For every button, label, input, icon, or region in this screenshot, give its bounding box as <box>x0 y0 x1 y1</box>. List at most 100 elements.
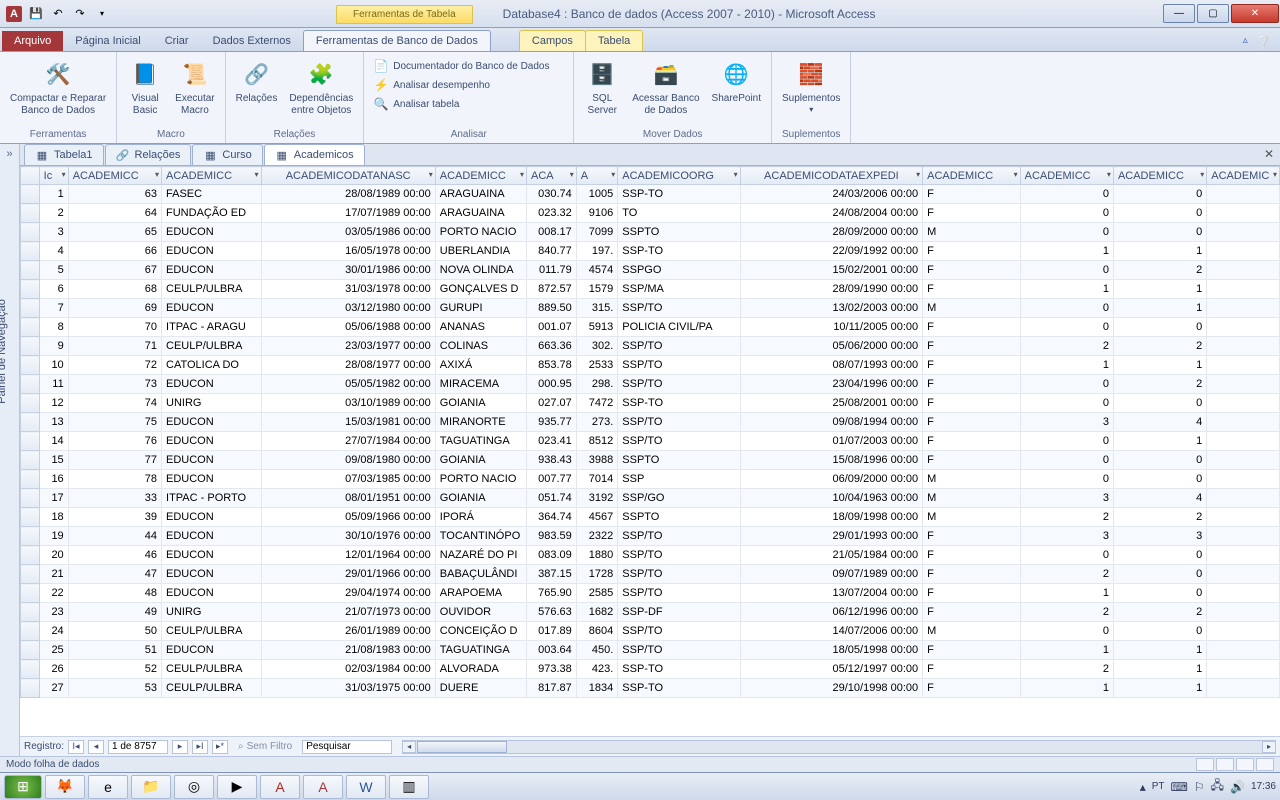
column-dropdown-icon[interactable]: ▾ <box>734 170 738 179</box>
cell[interactable]: 011.79 <box>527 261 577 280</box>
cell[interactable] <box>1207 318 1280 337</box>
cell[interactable]: 1005 <box>576 185 617 204</box>
cell[interactable]: 1 <box>1020 280 1113 299</box>
cell[interactable]: EDUCON <box>162 641 262 660</box>
cell[interactable]: 69 <box>68 299 161 318</box>
cell[interactable] <box>1207 451 1280 470</box>
taskbar-media[interactable]: ▶ <box>217 775 257 799</box>
cell[interactable]: 001.07 <box>527 318 577 337</box>
cell[interactable]: CATOLICA DO <box>162 356 262 375</box>
cell[interactable]: DUERE <box>435 679 526 698</box>
cell[interactable]: 0 <box>1020 375 1113 394</box>
cell[interactable]: 1 <box>1113 299 1206 318</box>
cell[interactable]: CEULP/ULBRA <box>162 660 262 679</box>
cell[interactable]: 302. <box>576 337 617 356</box>
cell[interactable]: 0 <box>1020 204 1113 223</box>
table-row[interactable]: 567EDUCON30/01/1986 00:00NOVA OLINDA011.… <box>21 261 1280 280</box>
cell[interactable]: 15/08/1996 00:00 <box>740 451 923 470</box>
row-selector[interactable] <box>21 299 40 318</box>
cell[interactable]: EDUCON <box>162 375 262 394</box>
cell[interactable] <box>1207 508 1280 527</box>
start-button[interactable]: ⊞ <box>4 775 42 799</box>
cell[interactable]: 24/03/2006 00:00 <box>740 185 923 204</box>
cell[interactable]: 18 <box>39 508 68 527</box>
cell[interactable]: EDUCON <box>162 565 262 584</box>
nav-prev-button[interactable]: ◂ <box>88 740 104 754</box>
row-selector[interactable] <box>21 508 40 527</box>
cell[interactable]: 0 <box>1113 318 1206 337</box>
row-selector[interactable] <box>21 489 40 508</box>
cell[interactable]: 71 <box>68 337 161 356</box>
cell[interactable]: 2585 <box>576 584 617 603</box>
cell[interactable]: 10/04/1963 00:00 <box>740 489 923 508</box>
cell[interactable]: 30/10/1976 00:00 <box>261 527 435 546</box>
column-dropdown-icon[interactable]: ▾ <box>1107 170 1111 179</box>
cell[interactable]: 15/02/2001 00:00 <box>740 261 923 280</box>
addins-button[interactable]: 🧱Suplementos▾ <box>778 57 844 116</box>
cell[interactable]: 197. <box>576 242 617 261</box>
column-header[interactable]: ACADEMIC▾ <box>1207 167 1280 185</box>
cell[interactable]: 0 <box>1113 584 1206 603</box>
cell[interactable]: 938.43 <box>527 451 577 470</box>
cell[interactable]: SSP/TO <box>618 584 740 603</box>
cell[interactable]: M <box>923 223 1020 242</box>
cell[interactable]: 05/06/1988 00:00 <box>261 318 435 337</box>
cell[interactable]: SSPGO <box>618 261 740 280</box>
cell[interactable] <box>1207 375 1280 394</box>
cell[interactable]: 0 <box>1020 299 1113 318</box>
cell[interactable]: 16 <box>39 470 68 489</box>
column-dropdown-icon[interactable]: ▾ <box>1200 170 1204 179</box>
row-selector[interactable] <box>21 318 40 337</box>
cell[interactable]: 23/03/1977 00:00 <box>261 337 435 356</box>
cell[interactable]: 8512 <box>576 432 617 451</box>
table-row[interactable]: 1375EDUCON15/03/1981 00:00MIRANORTE935.7… <box>21 413 1280 432</box>
cell[interactable]: 14 <box>39 432 68 451</box>
cell[interactable]: M <box>923 299 1020 318</box>
cell[interactable]: SSP/TO <box>618 356 740 375</box>
cell[interactable]: 1 <box>1113 356 1206 375</box>
table-row[interactable]: 769EDUCON03/12/1980 00:00GURUPI889.50315… <box>21 299 1280 318</box>
cell[interactable]: 3988 <box>576 451 617 470</box>
table-row[interactable]: 163FASEC28/08/1989 00:00ARAGUAINA030.741… <box>21 185 1280 204</box>
column-header[interactable]: ACADEMICC▾ <box>162 167 262 185</box>
cell[interactable]: 450. <box>576 641 617 660</box>
cell[interactable]: 09/08/1994 00:00 <box>740 413 923 432</box>
cell[interactable]: 6 <box>39 280 68 299</box>
cell[interactable]: 28/09/1990 00:00 <box>740 280 923 299</box>
cell[interactable] <box>1207 356 1280 375</box>
cell[interactable]: 7 <box>39 299 68 318</box>
cell[interactable]: 23 <box>39 603 68 622</box>
cell[interactable]: 09/08/1980 00:00 <box>261 451 435 470</box>
cell[interactable]: 02/03/1984 00:00 <box>261 660 435 679</box>
cell[interactable]: 1 <box>1113 641 1206 660</box>
cell[interactable]: 05/12/1997 00:00 <box>740 660 923 679</box>
row-selector[interactable] <box>21 185 40 204</box>
cell[interactable]: CEULP/ULBRA <box>162 337 262 356</box>
row-selector[interactable] <box>21 413 40 432</box>
cell[interactable]: 1 <box>1113 679 1206 698</box>
tab-table[interactable]: Tabela <box>585 30 643 51</box>
cell[interactable]: UBERLANDIA <box>435 242 526 261</box>
cell[interactable]: 9106 <box>576 204 617 223</box>
cell[interactable]: 28/08/1989 00:00 <box>261 185 435 204</box>
cell[interactable]: F <box>923 337 1020 356</box>
cell[interactable]: 1 <box>1020 242 1113 261</box>
cell[interactable]: 663.36 <box>527 337 577 356</box>
cell[interactable]: SSP/TO <box>618 565 740 584</box>
cell[interactable]: 2322 <box>576 527 617 546</box>
horizontal-scrollbar[interactable]: ◂ ▸ <box>402 740 1276 754</box>
column-dropdown-icon[interactable]: ▾ <box>1014 170 1018 179</box>
cell[interactable]: 0 <box>1113 223 1206 242</box>
cell[interactable]: F <box>923 641 1020 660</box>
cell[interactable]: 15/03/1981 00:00 <box>261 413 435 432</box>
cell[interactable] <box>1207 242 1280 261</box>
cell[interactable]: EDUCON <box>162 470 262 489</box>
cell[interactable]: 73 <box>68 375 161 394</box>
table-row[interactable]: 1072CATOLICA DO 28/08/1977 00:00AXIXÁ853… <box>21 356 1280 375</box>
cell[interactable] <box>1207 489 1280 508</box>
cell[interactable]: 0 <box>1113 394 1206 413</box>
taskbar-word[interactable]: W <box>346 775 386 799</box>
cell[interactable]: TO <box>618 204 740 223</box>
cell[interactable]: GONÇALVES D <box>435 280 526 299</box>
cell[interactable]: 8 <box>39 318 68 337</box>
